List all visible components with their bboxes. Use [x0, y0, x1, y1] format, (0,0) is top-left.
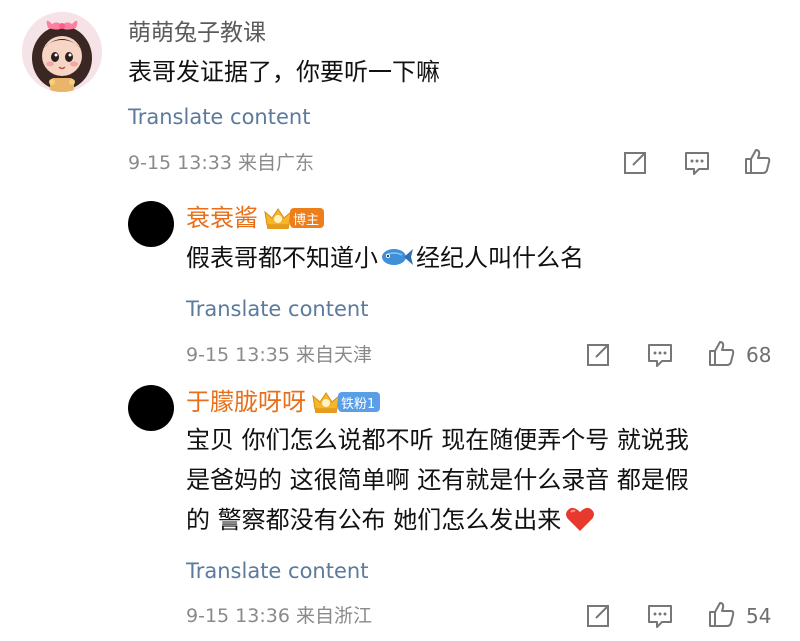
fan-badge: 铁粉1	[338, 392, 381, 412]
fish-emoji	[382, 249, 413, 265]
share-icon[interactable]	[621, 149, 649, 177]
comment-icon[interactable]	[646, 602, 674, 630]
reply-meta: 9-15 13:36 来自浙江	[186, 605, 372, 627]
like-icon[interactable]	[707, 600, 735, 628]
crown-icon	[264, 208, 292, 229]
comment-username[interactable]: 萌萌兔子教课	[128, 18, 266, 48]
reply-meta: 9-15 13:35 来自天津	[186, 344, 372, 366]
like-count: 54	[746, 604, 772, 628]
avatar-illustration	[22, 12, 102, 92]
reply-text-line: 的 警察都没有公布 她们怎么发出来	[186, 500, 786, 540]
reply-text-part: 假表哥都不知道小	[186, 244, 378, 272]
share-icon[interactable]	[584, 341, 612, 369]
reply-username[interactable]: 衰衰酱	[186, 203, 258, 233]
reply-text-line: 是爸妈的 这很简单啊 还有就是什么录音 都是假	[186, 466, 689, 494]
translate-link[interactable]: Translate content	[186, 557, 368, 585]
reply-avatar[interactable]	[128, 201, 174, 247]
blogger-badge: 博主	[290, 208, 325, 228]
like-icon[interactable]	[743, 147, 771, 175]
reply-header: 于朦胧呀呀 铁粉1	[186, 387, 381, 417]
like-count: 68	[746, 343, 772, 367]
reply-username[interactable]: 于朦胧呀呀	[186, 387, 306, 417]
comment-icon[interactable]	[683, 149, 711, 177]
comment-meta: 9-15 13:33 来自广东	[128, 152, 314, 174]
comment-text: 表哥发证据了，你要听一下嘛	[128, 58, 440, 86]
reply-header: 衰衰酱 博主	[186, 203, 325, 233]
reply-text: 假表哥都不知道小 经纪人叫什么名	[186, 238, 584, 278]
reply-text: 宝贝 你们怎么说都不听 现在随便弄个号 就说我 是爸妈的 这很简单啊 还有就是什…	[186, 420, 786, 540]
translate-link[interactable]: Translate content	[128, 103, 310, 131]
translate-link[interactable]: Translate content	[186, 295, 368, 323]
reply-text-line: 宝贝 你们怎么说都不听 现在随便弄个号 就说我	[186, 426, 689, 454]
reply-avatar[interactable]	[128, 385, 174, 431]
crown-icon	[312, 392, 340, 413]
red-heart-emoji	[566, 507, 595, 531]
like-icon[interactable]	[707, 339, 735, 367]
avatar[interactable]	[22, 12, 102, 92]
share-icon[interactable]	[584, 602, 612, 630]
comment-icon[interactable]	[646, 341, 674, 369]
reply-text-part: 经纪人叫什么名	[416, 244, 584, 272]
reply-text-part: 的 警察都没有公布 她们怎么发出来	[186, 506, 562, 534]
